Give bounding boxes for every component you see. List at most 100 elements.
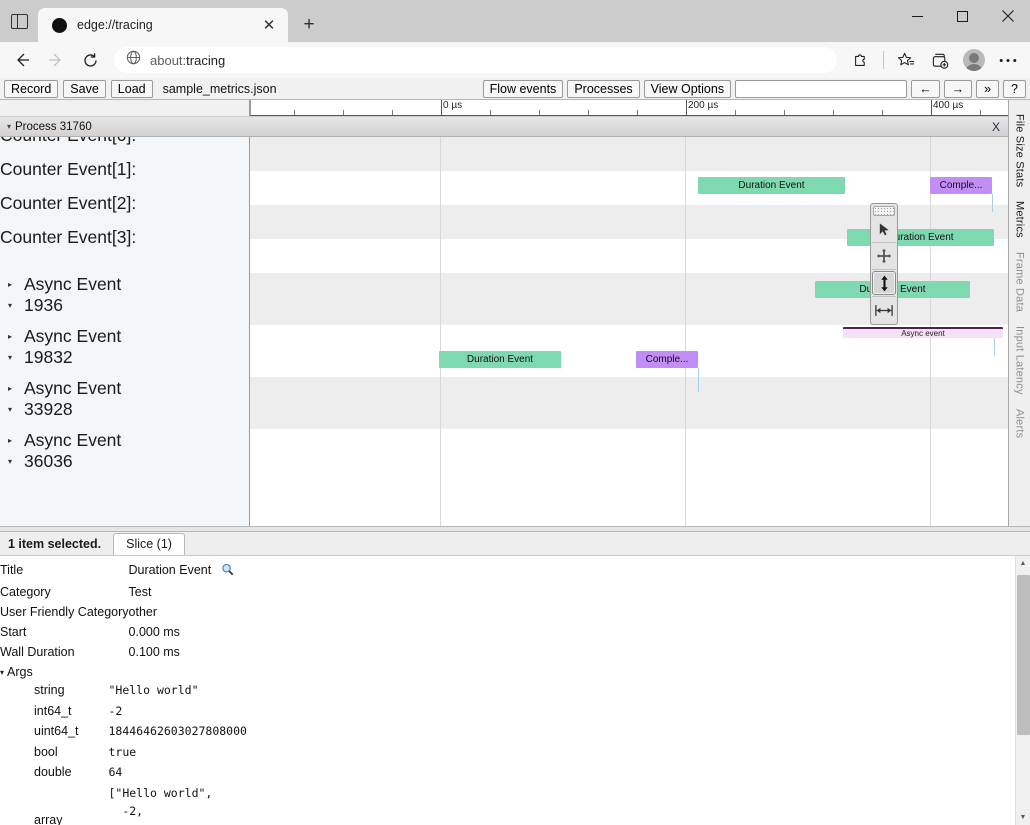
scroll-down-icon[interactable]: ▼ — [1016, 810, 1030, 825]
arg-row: array["Hello world", -2, 184464626030278… — [2, 784, 268, 825]
plus-icon: + — [303, 15, 314, 34]
process-close-icon[interactable]: X — [992, 120, 1000, 134]
side-tab-file-size-stats[interactable]: File Size Stats — [1014, 114, 1026, 187]
async-track-label[interactable]: ▸Async Event▾33928 — [0, 378, 249, 420]
property-row: User Friendly Categoryother — [0, 603, 234, 623]
async-slice[interactable]: Async event — [843, 327, 1003, 338]
record-button[interactable]: Record — [4, 80, 58, 98]
toolbar-divider — [883, 51, 884, 69]
complete-event-slice[interactable]: Comple... — [930, 177, 992, 194]
more-ellipsis-icon[interactable] — [992, 45, 1024, 75]
flow-events-button[interactable]: Flow events — [483, 80, 564, 98]
help-button[interactable]: ? — [1003, 80, 1026, 98]
args-label: Args — [7, 665, 33, 679]
property-value: other — [129, 603, 235, 623]
property-value: 0.100 ms — [129, 643, 235, 663]
async-track-label[interactable]: ▸Async Event▾1936 — [0, 274, 249, 316]
grip-handle-icon[interactable] — [873, 206, 895, 216]
maximize-icon[interactable] — [940, 0, 985, 32]
window-close-icon[interactable] — [985, 0, 1030, 32]
async-collapse-triangle[interactable]: ▾ — [8, 353, 16, 362]
panel-icon — [11, 14, 28, 29]
ruler-minor-tick — [784, 110, 785, 115]
async-expand-triangle[interactable]: ▸ — [8, 436, 16, 445]
timeline-main: 0 µs200 µs400 µs ▾ Process 31760 X Count… — [0, 100, 1008, 526]
async-expand-triangle[interactable]: ▸ — [8, 384, 16, 393]
selection-hairline — [698, 368, 699, 392]
timeline-ruler[interactable]: 0 µs200 µs400 µs — [250, 100, 1008, 116]
complete-event-slice[interactable]: Comple... — [636, 351, 698, 368]
back-arrow-icon[interactable] — [6, 45, 38, 75]
tab-search-button[interactable] — [0, 0, 38, 42]
favorites-star-icon[interactable] — [890, 45, 922, 75]
process-expand-triangle[interactable]: ▾ — [7, 122, 11, 131]
tab-slice[interactable]: Slice (1) — [113, 533, 185, 555]
counter-track-label[interactable]: Counter Event[3]: — [0, 227, 136, 248]
async-track-name: Async Event — [24, 430, 121, 451]
async-track-label[interactable]: ▸Async Event▾19832 — [0, 326, 249, 368]
tab-title: edge://tracing — [77, 18, 248, 32]
arg-key: array — [2, 784, 78, 825]
counter-track-label[interactable]: Counter Event[1]: — [0, 159, 136, 180]
async-expand-triangle[interactable]: ▸ — [8, 332, 16, 341]
duration-event-slice[interactable]: Duration Event — [439, 351, 561, 368]
address-bar[interactable]: about:tracing — [114, 47, 837, 73]
search-prev-button[interactable]: ← — [911, 80, 940, 98]
pan-move-icon[interactable] — [872, 244, 896, 268]
details-scrollbar[interactable]: ▲ ▼ — [1015, 556, 1030, 825]
track-canvas[interactable]: Duration EventComple...Duration EventDur… — [250, 137, 1008, 526]
counter-track-label[interactable]: Counter Event[0]: — [0, 137, 136, 146]
puzzle-icon[interactable] — [845, 45, 877, 75]
scroll-up-icon[interactable]: ▲ — [1016, 556, 1030, 571]
side-tab-frame-data[interactable]: Frame Data — [1014, 252, 1026, 312]
scroll-thumb[interactable] — [1017, 575, 1030, 735]
async-collapse-triangle[interactable]: ▾ — [8, 457, 16, 466]
cursor-select-icon[interactable] — [872, 217, 896, 241]
processes-button[interactable]: Processes — [567, 80, 639, 98]
magnifier-icon[interactable] — [221, 563, 234, 581]
side-tab-input-latency[interactable]: Input Latency — [1014, 326, 1026, 395]
async-track-id: 36036 — [24, 451, 73, 472]
async-collapse-triangle[interactable]: ▾ — [8, 405, 16, 414]
process-header-row[interactable]: ▾ Process 31760 X — [0, 116, 1008, 137]
horizontal-measure-icon[interactable] — [872, 298, 896, 322]
reload-icon[interactable] — [74, 45, 106, 75]
counter-track-label[interactable]: Counter Event[2]: — [0, 193, 136, 214]
mode-selector-toolbar[interactable] — [870, 203, 898, 325]
close-icon[interactable]: ✕ — [258, 14, 280, 36]
view-options-button[interactable]: View Options — [644, 80, 731, 98]
vertical-zoom-icon[interactable] — [872, 271, 896, 295]
duration-event-slice[interactable]: Duration Event — [698, 177, 845, 194]
args-expand-triangle[interactable]: ▾ — [0, 668, 4, 677]
arg-row: string"Hello world" — [2, 681, 268, 700]
overflow-button[interactable]: » — [976, 80, 999, 98]
side-tab-alerts[interactable]: Alerts — [1014, 409, 1026, 438]
async-track-label[interactable]: ▸ Async Event ▾ 36036 — [0, 430, 249, 472]
collections-icon[interactable] — [924, 45, 956, 75]
side-tab-metrics[interactable]: Metrics — [1014, 201, 1026, 238]
async-collapse-triangle[interactable]: ▾ — [8, 301, 16, 310]
arg-value: 18446462603027808000 — [80, 722, 267, 741]
scroll-track[interactable] — [1016, 571, 1030, 810]
avatar-icon[interactable] — [958, 45, 990, 75]
timeline-ruler-row: 0 µs200 µs400 µs — [0, 100, 1008, 116]
ruler-minor-tick — [343, 110, 344, 115]
property-key: Title — [0, 561, 129, 583]
browser-tab[interactable]: edge://tracing ✕ — [38, 8, 288, 42]
save-button[interactable]: Save — [63, 80, 106, 98]
async-track-name: Async Event — [24, 326, 121, 347]
search-input[interactable] — [735, 80, 907, 98]
load-button[interactable]: Load — [111, 80, 153, 98]
search-next-button[interactable]: → — [944, 80, 973, 98]
browser-tools — [845, 45, 1024, 75]
minimize-icon[interactable] — [895, 0, 940, 32]
window-controls — [895, 0, 1030, 32]
ruler-tick-label: 0 µs — [441, 100, 462, 111]
new-tab-button[interactable]: + — [294, 9, 324, 39]
async-expand-triangle[interactable]: ▸ — [8, 280, 16, 289]
forward-arrow-icon[interactable] — [40, 45, 72, 75]
ruler-gutter — [0, 100, 250, 116]
details-tab-bar: 1 item selected. Slice (1) — [0, 532, 1030, 556]
args-section-header[interactable]: ▾ Args — [0, 663, 1030, 679]
arg-value: "Hello world" — [80, 681, 267, 700]
